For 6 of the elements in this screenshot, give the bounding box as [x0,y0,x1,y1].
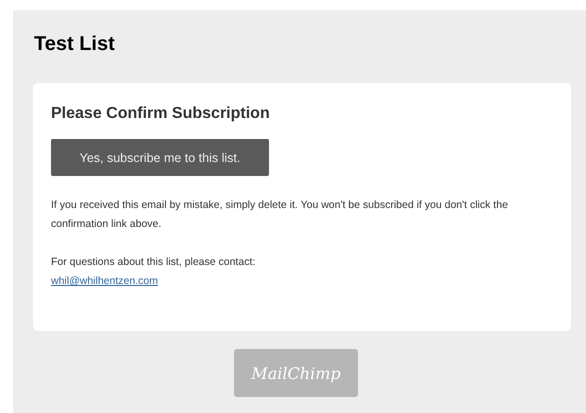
notice-text: If you received this email by mistake, simply delete it. You won't be subscribed if you don't click the confirmation link above. [51,198,509,232]
list-title: Test List [34,32,116,57]
card-heading: Please Confirm Subscription [51,104,270,124]
email-link[interactable]: whil@whilhentzen.com [51,272,158,291]
subscribe-button[interactable]: Yes, subscribe me to this list. [51,139,269,176]
contact-label: For questions about this list, please contact: [51,255,256,270]
